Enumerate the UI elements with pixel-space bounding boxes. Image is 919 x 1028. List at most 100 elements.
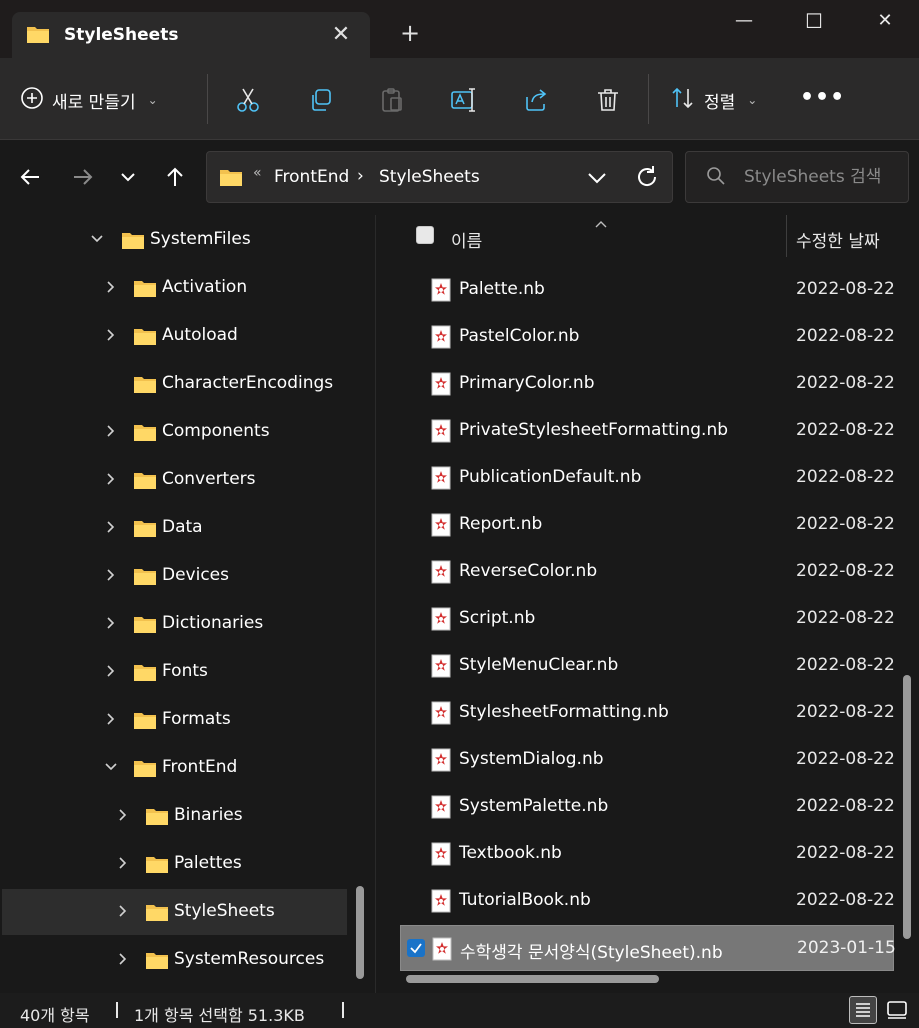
- file-row[interactable]: ReverseColor.nb 2022-08-22: [400, 549, 895, 595]
- chevron-right-icon[interactable]: [104, 279, 118, 295]
- new-button[interactable]: 새로 만들기 ⌄: [20, 80, 158, 120]
- file-row[interactable]: StylesheetFormatting.nb 2022-08-22: [400, 690, 895, 736]
- nav-item[interactable]: Converters: [2, 457, 347, 503]
- column-date-header[interactable]: 수정한 날짜: [796, 227, 880, 252]
- file-row[interactable]: SystemDialog.nb 2022-08-22: [400, 737, 895, 783]
- folder-icon: [26, 24, 50, 48]
- more-options-button[interactable]: •••: [800, 82, 844, 118]
- copy-icon: [312, 89, 331, 111]
- notebook-file-icon: [431, 607, 451, 635]
- breadcrumb-frontend[interactable]: FrontEnd: [274, 167, 349, 187]
- hidden-path-chevron[interactable]: «: [253, 165, 262, 181]
- chevron-right-icon[interactable]: [116, 903, 130, 919]
- close-button[interactable]: ✕: [863, 6, 907, 36]
- search-input[interactable]: [744, 162, 904, 192]
- file-name: SystemDialog.nb: [459, 749, 604, 769]
- nav-item[interactable]: Formats: [2, 697, 347, 743]
- file-row[interactable]: Palette.nb 2022-08-22: [400, 267, 895, 313]
- new-tab-button[interactable]: +: [395, 18, 425, 48]
- chevron-right-icon[interactable]: [104, 327, 118, 343]
- chevron-right-icon[interactable]: [116, 807, 130, 823]
- file-row[interactable]: StyleMenuClear.nb 2022-08-22: [400, 643, 895, 689]
- chevron-right-icon[interactable]: [104, 615, 118, 631]
- nav-item-label: FrontEnd: [162, 757, 238, 777]
- chevron-right-icon[interactable]: [116, 855, 130, 871]
- toolbar-divider: [648, 74, 649, 124]
- chevron-down-icon: [121, 173, 135, 182]
- folder-icon: [145, 902, 169, 926]
- file-row[interactable]: PrimaryColor.nb 2022-08-22: [400, 361, 895, 407]
- chevron-right-icon[interactable]: [104, 423, 118, 439]
- file-list-vertical-scrollbar[interactable]: [903, 675, 911, 939]
- up-button[interactable]: [159, 159, 191, 195]
- tab-stylesheets[interactable]: StyleSheets ✕: [12, 12, 370, 58]
- chevron-down-icon[interactable]: [90, 231, 104, 247]
- select-all-checkbox[interactable]: [416, 226, 434, 244]
- tab-close-button[interactable]: ✕: [328, 22, 354, 48]
- nav-item[interactable]: Autoload: [2, 313, 347, 359]
- nav-item[interactable]: Devices: [2, 553, 347, 599]
- chevron-down-icon[interactable]: [104, 759, 118, 775]
- forward-button[interactable]: [67, 159, 99, 195]
- nav-item[interactable]: SystemFiles: [2, 217, 347, 263]
- details-view-button[interactable]: [849, 996, 877, 1024]
- address-dropdown-button[interactable]: [583, 164, 611, 192]
- minimize-button[interactable]: —: [722, 6, 766, 36]
- maximize-button[interactable]: ☐: [792, 6, 836, 36]
- nav-item[interactable]: Binaries: [2, 793, 347, 839]
- nav-item[interactable]: Dictionaries: [2, 601, 347, 647]
- row-checkbox[interactable]: [407, 939, 425, 957]
- nav-item[interactable]: StyleSheets: [2, 889, 347, 935]
- breadcrumb-separator[interactable]: ›: [357, 166, 364, 186]
- file-row[interactable]: Textbook.nb 2022-08-22: [400, 831, 895, 877]
- file-row[interactable]: PrivateStylesheetFormatting.nb 2022-08-22: [400, 408, 895, 454]
- nav-item[interactable]: CharacterEncodings: [2, 361, 347, 407]
- address-bar[interactable]: « FrontEnd › StyleSheets: [206, 151, 673, 203]
- file-row[interactable]: SystemPalette.nb 2022-08-22: [400, 784, 895, 830]
- nav-pane-scrollbar[interactable]: [356, 886, 364, 979]
- copy-button[interactable]: [302, 82, 338, 118]
- file-row[interactable]: PublicationDefault.nb 2022-08-22: [400, 455, 895, 501]
- file-row[interactable]: Script.nb 2022-08-22: [400, 596, 895, 642]
- nav-item[interactable]: Data: [2, 505, 347, 551]
- folder-icon: [133, 662, 157, 686]
- breadcrumb-stylesheets[interactable]: StyleSheets: [379, 167, 480, 187]
- chevron-right-icon[interactable]: [104, 711, 118, 727]
- column-name-header[interactable]: 이름: [451, 227, 482, 252]
- chevron-right-icon[interactable]: [116, 951, 130, 967]
- recent-locations-button[interactable]: [112, 159, 144, 195]
- file-row[interactable]: TutorialBook.nb 2022-08-22: [400, 878, 895, 924]
- file-row[interactable]: PastelColor.nb 2022-08-22: [400, 314, 895, 360]
- share-button[interactable]: [518, 82, 554, 118]
- column-resize-handle[interactable]: [786, 215, 787, 257]
- folder-icon: [145, 854, 169, 878]
- chevron-right-icon[interactable]: [104, 471, 118, 487]
- nav-item[interactable]: FrontEnd: [2, 745, 347, 791]
- file-list-horizontal-scrollbar[interactable]: [406, 975, 659, 983]
- nav-item[interactable]: Components: [2, 409, 347, 455]
- rename-button[interactable]: [446, 82, 482, 118]
- nav-item[interactable]: SystemResources: [2, 937, 347, 983]
- nav-item-label: Dictionaries: [162, 613, 264, 633]
- nav-item[interactable]: Palettes: [2, 841, 347, 887]
- large-icons-view-button[interactable]: [883, 996, 911, 1024]
- back-button[interactable]: [14, 159, 46, 195]
- sort-button[interactable]: 정렬 ⌄: [670, 80, 757, 120]
- chevron-down-icon: ⌄: [147, 93, 158, 107]
- folder-icon: [133, 710, 157, 734]
- delete-button[interactable]: [590, 82, 626, 118]
- new-button-label: 새로 만들기: [52, 92, 136, 113]
- paste-button[interactable]: [374, 82, 410, 118]
- nav-item[interactable]: Activation: [2, 265, 347, 311]
- nav-item[interactable]: Fonts: [2, 649, 347, 695]
- search-box[interactable]: [685, 151, 909, 203]
- file-date: 2022-08-22: [796, 796, 895, 816]
- chevron-right-icon[interactable]: [104, 567, 118, 583]
- cut-button[interactable]: [230, 82, 266, 118]
- file-row[interactable]: Report.nb 2022-08-22: [400, 502, 895, 548]
- file-row[interactable]: 수학생각 문서양식(StyleSheet).nb 2023-01-15: [400, 925, 896, 971]
- refresh-button[interactable]: [633, 163, 661, 191]
- chevron-right-icon[interactable]: [104, 519, 118, 535]
- folder-icon: [133, 326, 157, 350]
- chevron-right-icon[interactable]: [104, 663, 118, 679]
